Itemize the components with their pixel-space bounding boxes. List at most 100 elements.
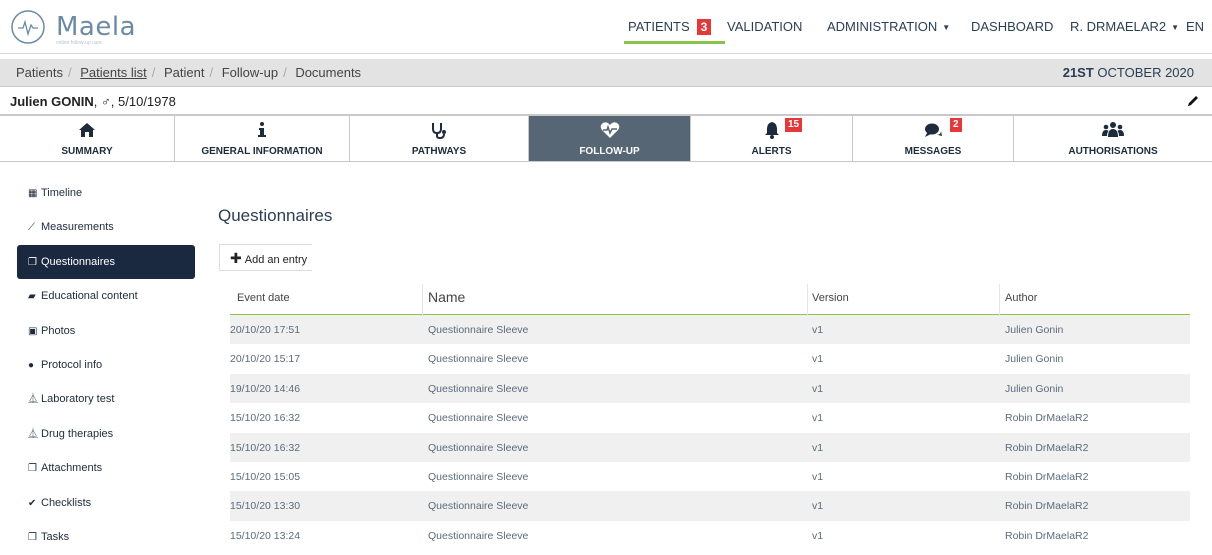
tab-follow-up[interactable]: FOLLOW-UP xyxy=(529,116,691,161)
table-header: Event date Name Version Author xyxy=(230,284,1190,315)
tab-summary-label: SUMMARY xyxy=(61,146,113,157)
cell-event-date: 20/10/20 15:17 xyxy=(230,353,301,366)
nav-user-menu[interactable]: R. DRMAELAR2 ▼ xyxy=(1070,19,1179,34)
top-navbar: Maela online follow-up care PATIENTS 3 VA… xyxy=(0,0,1212,54)
logo-circle-icon xyxy=(11,10,45,44)
breadcrumb-patient[interactable]: Patient xyxy=(164,65,204,80)
breadcrumb-documents: Documents xyxy=(295,65,362,80)
column-header-version[interactable]: Version xyxy=(812,292,849,304)
main-nav: PATIENTS 3 VALIDATION ADMINISTRATION ▼ DAS… xyxy=(600,0,1212,54)
tab-general-information[interactable]: GENERAL INFORMATION xyxy=(175,116,350,161)
line-chart-icon: ⟋ xyxy=(28,222,35,234)
copy-icon: ❐ xyxy=(28,256,37,268)
info-circle-icon: ● xyxy=(28,359,35,371)
sidebar-item-drug-therapies[interactable]: ⏅ Drug therapies xyxy=(17,417,195,451)
pencil-icon[interactable] xyxy=(1186,94,1200,108)
nav-language[interactable]: EN xyxy=(1186,19,1204,34)
cell-author: Robin DrMaelaR2 xyxy=(1005,441,1089,454)
sidebar-item-protocol-info[interactable]: ● Protocol info xyxy=(17,348,195,382)
sidebar-item-label: Checklists xyxy=(41,496,92,509)
cell-version: v1 xyxy=(812,353,824,366)
sidebar-item-tasks[interactable]: ❐ Tasks xyxy=(17,520,195,554)
tab-messages-label: MESSAGES xyxy=(904,146,962,157)
flask-icon: ⏅ xyxy=(28,428,38,440)
nav-validation-label: VALIDATION xyxy=(727,19,803,34)
sidebar-item-timeline[interactable]: ▦ Timeline xyxy=(17,176,195,210)
sidebar-item-questionnaires[interactable]: ❐ Questionnaires xyxy=(17,244,195,280)
sidebar-item-checklists[interactable]: ✔ Checklists xyxy=(17,486,195,520)
nav-administration[interactable]: ADMINISTRATION ▼ xyxy=(827,19,950,34)
tab-summary[interactable]: SUMMARY xyxy=(0,116,175,161)
copy-icon: ❐ xyxy=(28,463,37,475)
patient-name: Julien GONIN xyxy=(10,94,94,109)
followup-sidebar: ▦ Timeline ⟋ Measurements ❐ Questionnaires … xyxy=(17,176,195,554)
tab-pathways[interactable]: PATHWAYS xyxy=(350,116,529,161)
table-row[interactable]: 15/10/20 16:32 Questionnaire Sleeve v1 Robi… xyxy=(230,432,1190,462)
cell-name: Questionnaire Sleeve xyxy=(428,441,529,454)
table-row[interactable]: 20/10/20 15:17 Questionnaire Sleeve v1 Juli… xyxy=(230,344,1190,373)
tab-alerts-label: ALERTS xyxy=(751,146,792,157)
cell-name: Questionnaire Sleeve xyxy=(428,382,529,395)
sidebar-item-attachments[interactable]: ❐ Attachments xyxy=(17,451,195,485)
breadcrumb-patients[interactable]: Patients xyxy=(16,65,63,80)
caret-down-icon: ▼ xyxy=(942,23,951,33)
nav-dashboard[interactable]: DASHBOARD xyxy=(971,19,1053,34)
column-header-author[interactable]: Author xyxy=(1005,292,1037,304)
nav-user-label: R. DRMAELAR2 xyxy=(1070,19,1167,34)
cell-event-date: 15/10/20 16:32 xyxy=(230,412,301,425)
cell-event-date: 20/10/20 17:51 xyxy=(230,324,301,336)
page-title: Questionnaires xyxy=(218,206,333,225)
patient-sex-icon: ♂ xyxy=(101,94,111,109)
current-date: 21ST OCTOBER 2020 xyxy=(1063,65,1194,80)
sidebar-item-label: Drug therapies xyxy=(41,427,114,440)
breadcrumb-follow-up[interactable]: Follow-up xyxy=(222,65,278,80)
tab-authorisations[interactable]: AUTHORISATIONS xyxy=(1014,116,1212,161)
breadcrumb-patients-list[interactable]: Patients list xyxy=(80,65,146,80)
table-row[interactable]: 15/10/20 13:24 Questionnaire Sleeve v1 Robi… xyxy=(230,521,1190,550)
table-row[interactable]: 15/10/20 15:05 Questionnaire Sleeve v1 Robi… xyxy=(230,462,1190,491)
nav-dashboard-label: DASHBOARD xyxy=(971,19,1054,34)
sidebar-item-measurements[interactable]: ⟋ Measurements xyxy=(17,210,195,244)
cell-event-date: 15/10/20 16:32 xyxy=(230,441,301,454)
nav-patients[interactable]: PATIENTS 3 xyxy=(623,19,726,44)
tab-authorisations-label: AUTHORISATIONS xyxy=(1068,146,1158,157)
sidebar-item-label: Protocol info xyxy=(41,358,103,371)
home-icon xyxy=(79,123,95,137)
table-row[interactable]: 19/10/20 14:46 Questionnaire Sleeve v1 Juli… xyxy=(230,373,1190,404)
logo-tagline: online follow-up care xyxy=(56,40,102,46)
cell-version: v1 xyxy=(812,500,824,513)
comments-icon xyxy=(925,123,942,137)
cell-author: Julien Gonin xyxy=(1005,324,1064,336)
sidebar-item-educational-content[interactable]: ▰ Educational content xyxy=(17,279,195,313)
cell-author: Robin DrMaelaR2 xyxy=(1005,412,1089,425)
sidebar-item-photos[interactable]: ▣ Photos xyxy=(17,314,195,348)
tab-general-information-label: GENERAL INFORMATION xyxy=(201,146,323,157)
cell-author: Julien Gonin xyxy=(1005,382,1064,395)
table-row[interactable]: 15/10/20 16:32 Questionnaire Sleeve v1 Robi… xyxy=(230,403,1190,432)
sidebar-item-laboratory-test[interactable]: ⏅ Laboratory test xyxy=(17,382,195,416)
table-row[interactable]: 20/10/20 17:51 Questionnaire Sleeve v1 Juli… xyxy=(230,315,1190,345)
logo-text: Maela xyxy=(56,12,137,42)
cell-event-date: 15/10/20 15:05 xyxy=(230,470,301,483)
add-entry-button[interactable]: ✚ Add an entry xyxy=(219,244,312,271)
nav-administration-label: ADMINISTRATION xyxy=(827,19,938,34)
column-header-name[interactable]: Name xyxy=(428,289,465,305)
nav-validation[interactable]: VALIDATION xyxy=(727,19,802,34)
maela-logo[interactable]: Maela online follow-up care xyxy=(8,6,136,48)
flask-icon: ⏅ xyxy=(28,394,38,406)
current-date-day: 21ST xyxy=(1062,65,1094,80)
book-icon: ▰ xyxy=(28,291,36,303)
tab-alerts[interactable]: 15 ALERTS xyxy=(691,116,853,161)
tab-pathways-label: PATHWAYS xyxy=(411,146,467,157)
column-header-event-date[interactable]: Event date xyxy=(237,292,290,304)
sidebar-item-label: Laboratory test xyxy=(41,393,115,406)
messages-count-badge: 2 xyxy=(950,118,962,132)
breadcrumb: Patients / Patients list / Patient / Follow… xyxy=(16,65,362,80)
sidebar-item-label: Photos xyxy=(41,324,76,337)
table-row[interactable]: 15/10/20 13:30 Questionnaire Sleeve v1 Robi… xyxy=(230,491,1190,521)
cell-author: Robin DrMaelaR2 xyxy=(1005,470,1089,483)
calendar-icon: ▦ xyxy=(28,188,38,199)
tab-messages[interactable]: 2 MESSAGES xyxy=(853,116,1014,161)
stethoscope-icon xyxy=(432,123,446,140)
cell-name: Questionnaire Sleeve xyxy=(428,353,529,366)
